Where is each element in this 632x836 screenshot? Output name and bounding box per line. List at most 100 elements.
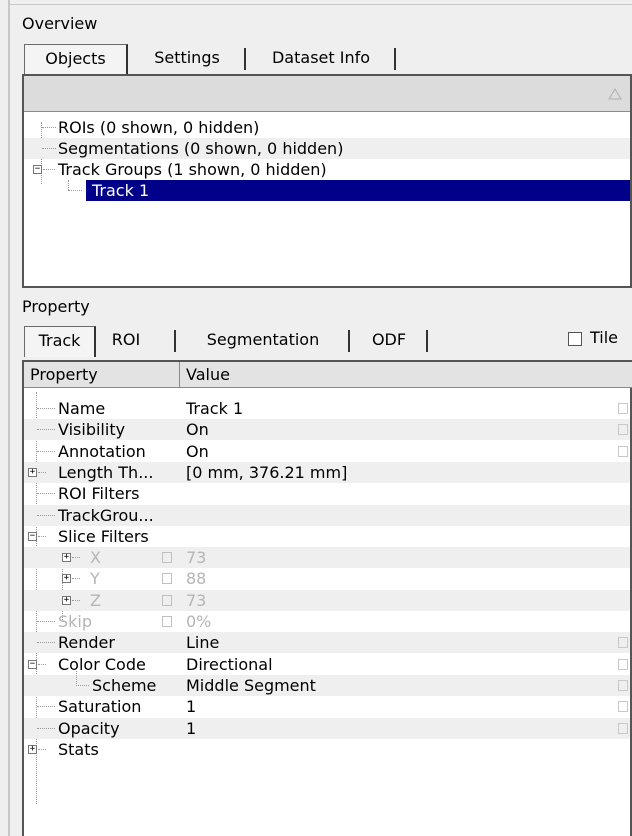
property-name: Color Code xyxy=(58,654,146,674)
tab-track-label: Track xyxy=(38,331,81,350)
tree-branch-line xyxy=(38,748,46,750)
plus-box-icon[interactable]: + xyxy=(62,574,71,584)
edit-field-icon[interactable] xyxy=(618,637,628,649)
property-name: Visibility xyxy=(58,420,126,440)
property-value[interactable]: [0 mm, 376.21 mm] xyxy=(186,462,347,483)
col-property-label: Property xyxy=(30,365,98,384)
edit-field-icon[interactable] xyxy=(618,722,628,734)
overview-tabbar: Objects Settings Dataset Info xyxy=(22,44,622,75)
tree-branch-line xyxy=(38,471,46,473)
tree-branch-line xyxy=(72,557,80,559)
property-name: Z xyxy=(90,590,101,610)
property-name: Saturation xyxy=(58,697,142,717)
property-row[interactable]: + Y 88 xyxy=(24,568,630,589)
property-row[interactable]: + Z 73 xyxy=(24,589,630,611)
edit-field-icon[interactable] xyxy=(618,424,628,436)
minus-box-icon[interactable]: − xyxy=(33,165,42,174)
property-row[interactable]: Visibility On xyxy=(24,419,630,441)
property-row[interactable]: − Slice Filters xyxy=(24,526,630,547)
edit-field-icon xyxy=(162,616,172,627)
tree-item-label: Track 1 xyxy=(92,181,150,200)
edit-field-icon[interactable] xyxy=(618,445,628,457)
sort-triangle-icon xyxy=(608,88,622,100)
tab-odf[interactable]: ODF xyxy=(352,326,426,354)
tile-checkbox[interactable] xyxy=(568,332,582,346)
property-value[interactable]: 73 xyxy=(186,547,206,568)
plus-box-icon[interactable]: + xyxy=(28,744,37,754)
tree-branch-line xyxy=(72,578,80,580)
tab-dataset-info[interactable]: Dataset Info xyxy=(248,44,394,72)
property-row[interactable]: Skip 0% xyxy=(24,611,630,632)
plus-box-icon[interactable]: + xyxy=(28,467,37,477)
property-row[interactable]: − Color Code Directional xyxy=(24,654,630,675)
edit-field-icon[interactable] xyxy=(618,701,628,713)
property-row[interactable]: + X 73 xyxy=(24,547,630,569)
tree-branch-line xyxy=(37,493,55,495)
property-value[interactable]: Middle Segment xyxy=(186,675,316,696)
objects-tree[interactable]: ROIs (0 shown, 0 hidden) Segmentations (… xyxy=(22,74,632,288)
edit-field-icon xyxy=(162,594,172,606)
plus-box-icon[interactable]: + xyxy=(62,595,71,605)
property-name: TrackGrou... xyxy=(58,505,154,525)
tab-separator xyxy=(394,48,396,70)
edit-field-icon[interactable] xyxy=(618,679,628,691)
property-value[interactable]: 0% xyxy=(186,611,211,632)
property-value[interactable]: Directional xyxy=(186,654,273,675)
tree-item-track-groups[interactable]: − Track Groups (1 shown, 0 hidden) xyxy=(24,159,630,180)
tab-separator xyxy=(174,330,176,352)
tree-item-label: Track Groups (1 shown, 0 hidden) xyxy=(58,160,327,179)
property-value[interactable]: On xyxy=(186,441,209,462)
property-name: Slice Filters xyxy=(58,526,149,546)
property-row[interactable]: Name Track 1 xyxy=(24,398,630,419)
property-value[interactable]: 1 xyxy=(186,696,196,717)
property-value[interactable]: 1 xyxy=(186,718,196,739)
property-row[interactable]: + Length Th... [0 mm, 376.21 mm] xyxy=(24,461,630,483)
col-value-label: Value xyxy=(186,365,230,384)
property-row[interactable]: TrackGrou... xyxy=(24,504,630,526)
tree-branch-line xyxy=(68,190,82,191)
property-value[interactable]: 88 xyxy=(186,568,206,589)
property-row[interactable]: Render Line xyxy=(24,632,630,654)
tree-header[interactable] xyxy=(24,76,630,112)
edit-field-icon xyxy=(162,552,172,564)
property-table[interactable]: Property Value Name Track 1 Visibility On An… xyxy=(22,360,632,836)
property-row[interactable]: Scheme Middle Segment xyxy=(24,670,630,696)
tab-track[interactable]: Track xyxy=(24,326,96,357)
property-row[interactable]: + Stats xyxy=(24,739,630,760)
property-value[interactable]: Line xyxy=(186,632,219,653)
tree-branch-line xyxy=(38,535,46,537)
plus-box-icon[interactable]: + xyxy=(62,553,71,563)
tab-roi[interactable]: ROI xyxy=(98,326,154,354)
tab-segmentation[interactable]: Segmentation xyxy=(178,326,348,354)
tab-separator xyxy=(348,330,350,352)
tree-branch-line xyxy=(76,670,89,686)
tree-item-rois[interactable]: ROIs (0 shown, 0 hidden) xyxy=(24,117,630,138)
property-name: Y xyxy=(90,569,100,589)
tab-dataset-info-label: Dataset Info xyxy=(271,48,371,67)
tree-branch-line xyxy=(37,621,55,622)
property-row[interactable]: Saturation 1 xyxy=(24,696,630,717)
edit-field-icon xyxy=(162,573,172,585)
property-row[interactable]: ROI Filters xyxy=(24,483,630,504)
property-value[interactable]: On xyxy=(186,419,209,440)
tab-settings[interactable]: Settings xyxy=(130,44,244,72)
edit-field-icon[interactable] xyxy=(618,658,628,670)
property-value[interactable]: Track 1 xyxy=(186,398,243,419)
property-name: Opacity xyxy=(58,718,120,738)
tab-settings-label: Settings xyxy=(154,48,220,67)
property-value[interactable]: 73 xyxy=(186,590,206,611)
column-header-property[interactable]: Property xyxy=(24,362,180,388)
minus-box-icon[interactable]: − xyxy=(28,659,37,669)
tree-branch-line xyxy=(37,706,55,708)
tree-item-track-1[interactable]: Track 1 xyxy=(24,180,630,201)
property-name: Name xyxy=(58,399,106,418)
property-row[interactable]: Opacity 1 xyxy=(24,717,630,739)
column-header-value[interactable]: Value xyxy=(180,362,632,388)
property-row[interactable]: Annotation On xyxy=(24,441,630,462)
tab-objects[interactable]: Objects xyxy=(24,44,128,75)
tab-segmentation-label: Segmentation xyxy=(206,330,320,349)
tree-item-label: ROIs (0 shown, 0 hidden) xyxy=(58,118,260,137)
minus-box-icon[interactable]: − xyxy=(28,531,37,541)
edit-field-icon[interactable] xyxy=(618,403,628,414)
tree-item-segmentations[interactable]: Segmentations (0 shown, 0 hidden) xyxy=(24,138,630,159)
